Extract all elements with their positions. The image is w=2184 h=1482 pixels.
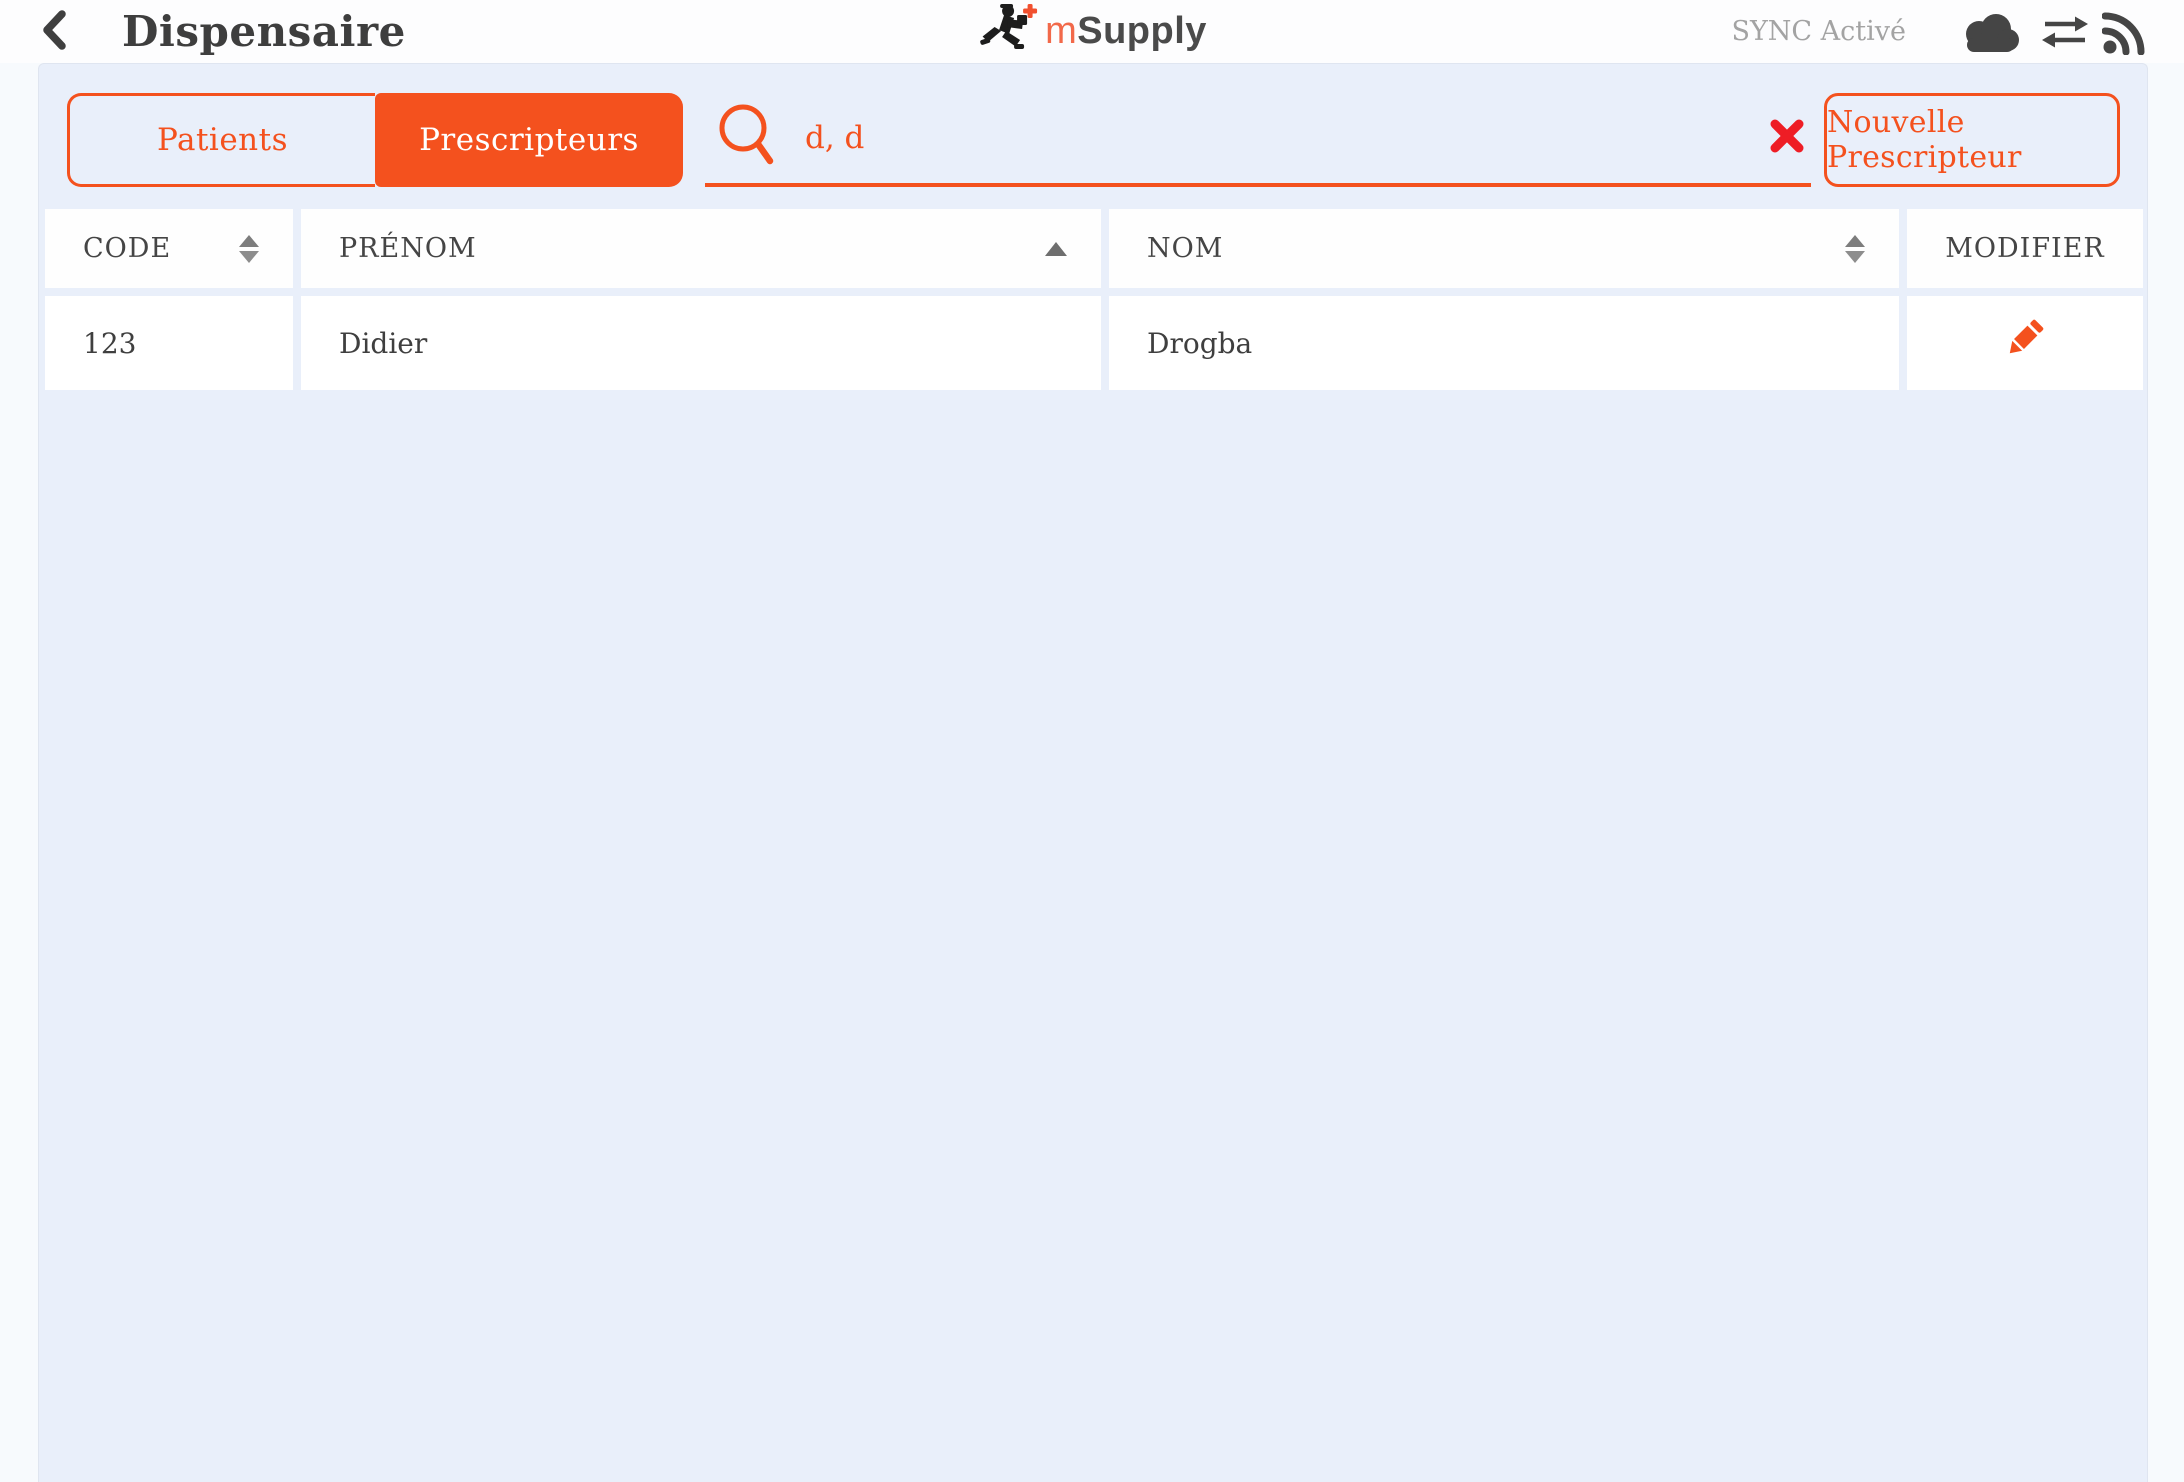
sort-icon <box>239 235 259 263</box>
column-header-prenom[interactable]: PRÉNOM <box>301 209 1101 288</box>
edit-row-button[interactable] <box>2002 317 2048 370</box>
sync-status-area[interactable]: SYNC Activé <box>1731 0 2148 63</box>
column-header-code[interactable]: CODE <box>45 209 293 288</box>
sort-ascending-icon <box>1045 242 1067 256</box>
cell-prenom: Didier <box>301 296 1101 390</box>
cloud-icon <box>1958 11 2020 53</box>
pencil-icon <box>2002 317 2048 370</box>
back-button[interactable] <box>34 11 74 53</box>
top-bar: Dispensaire <box>0 0 2184 63</box>
table-header: CODE PRÉNOM NOM MODIFIER <box>45 209 2143 288</box>
runner-logo-icon <box>977 2 1039 62</box>
search-bar <box>705 93 1811 187</box>
chevron-left-icon <box>41 10 67 54</box>
dispensary-panel: Patients Prescripteurs Nouvelle Prescrip… <box>38 63 2148 1482</box>
sync-status-label: SYNC Activé <box>1731 16 1906 47</box>
logo-text: mSupply <box>1045 10 1207 53</box>
column-header-nom[interactable]: NOM <box>1109 209 1899 288</box>
table-body: 123 Didier Drogba <box>45 296 2143 390</box>
column-header-modifier: MODIFIER <box>1907 209 2143 288</box>
sort-icon <box>1845 235 1865 263</box>
tab-prescripteurs[interactable]: Prescripteurs <box>375 93 683 187</box>
search-icon <box>717 102 779 174</box>
table-row: 123 Didier Drogba <box>45 296 2143 390</box>
column-label: CODE <box>83 233 171 264</box>
new-prescriber-button[interactable]: Nouvelle Prescripteur <box>1824 93 2120 187</box>
tab-toggle: Patients Prescripteurs <box>67 93 683 187</box>
logo-text-m: m <box>1045 10 1077 52</box>
prescribers-table: CODE PRÉNOM NOM MODIFIER 123 Didie <box>45 209 2143 390</box>
column-label: NOM <box>1147 233 1223 264</box>
sync-arrows-icon <box>2042 13 2088 51</box>
cell-code: 123 <box>45 296 293 390</box>
wireless-rss-icon <box>2102 9 2148 55</box>
column-label: PRÉNOM <box>339 233 477 264</box>
tab-patients[interactable]: Patients <box>67 93 375 187</box>
cell-nom: Drogba <box>1109 296 1899 390</box>
page-title: Dispensaire <box>122 0 406 63</box>
cell-modifier <box>1907 296 2143 390</box>
column-label: MODIFIER <box>1945 233 2105 264</box>
logo-text-supply: Supply <box>1077 10 1207 52</box>
search-input[interactable] <box>805 108 1765 168</box>
msupply-logo: mSupply <box>977 0 1207 63</box>
clear-search-button[interactable] <box>1765 116 1809 160</box>
x-cross-icon <box>1769 118 1805 158</box>
